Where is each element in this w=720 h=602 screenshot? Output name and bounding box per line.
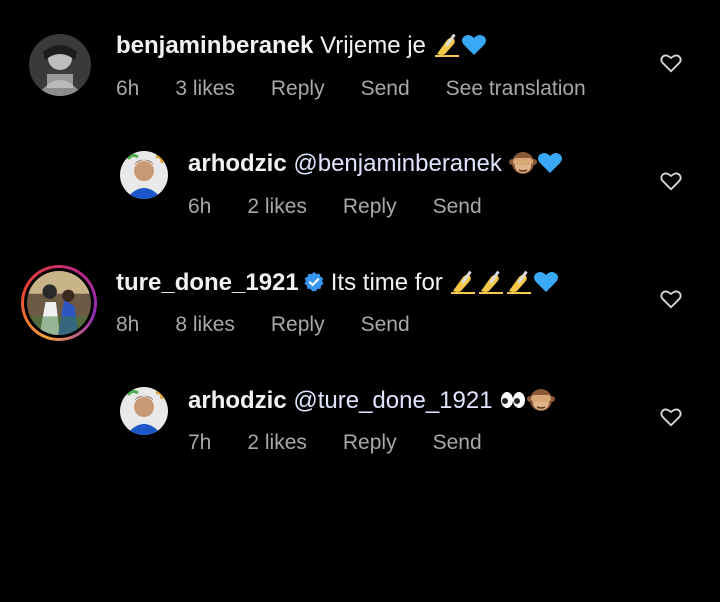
timestamp: 6h <box>188 195 212 218</box>
see-no-evil-monkey-icon <box>527 386 556 414</box>
blue-heart-icon <box>537 151 563 175</box>
timestamp: 8h <box>116 313 140 336</box>
see-no-evil-monkey-icon <box>508 149 537 177</box>
comment-text-line: ture_done_1921 Its time for <box>116 268 559 298</box>
reply-button[interactable]: Reply <box>271 312 325 338</box>
username[interactable]: benjaminberanek <box>116 32 313 59</box>
comment-text-line: arhodzic @benjaminberanek <box>188 149 563 179</box>
writing-hand-icon <box>433 32 461 58</box>
send-button[interactable]: Send <box>361 312 410 338</box>
username[interactable]: arhodzic <box>188 387 287 414</box>
avatar-image <box>120 387 168 435</box>
comment-meta: 6h 2 likes Reply Send <box>188 194 518 220</box>
verified-badge-icon <box>303 271 325 293</box>
blue-heart-icon <box>461 33 487 57</box>
writing-hand-icon <box>505 269 533 295</box>
send-button[interactable]: Send <box>361 76 410 102</box>
likes-count[interactable]: 8 likes <box>175 312 235 338</box>
heart-outline-icon[interactable] <box>660 170 682 192</box>
see-translation-link[interactable]: See translation <box>446 76 586 102</box>
avatar-image <box>120 151 168 199</box>
mention-link[interactable]: @benjaminberanek <box>293 150 502 177</box>
avatar-image <box>27 271 91 335</box>
reply-button[interactable]: Reply <box>271 76 325 102</box>
mention-link[interactable]: @ture_done_1921 <box>293 387 492 414</box>
writing-hand-icon <box>477 269 505 295</box>
comment-meta: 7h 2 likes Reply Send <box>188 430 518 456</box>
avatar-image <box>29 34 91 96</box>
heart-outline-icon[interactable] <box>660 406 682 428</box>
send-button[interactable]: Send <box>433 194 482 220</box>
comment-meta: 6h 3 likes Reply Send See translation <box>116 76 622 102</box>
comment-meta: 8h 8 likes Reply Send <box>116 312 446 338</box>
avatar <box>27 271 91 335</box>
likes-count[interactable]: 3 likes <box>175 76 235 102</box>
blue-heart-icon <box>533 270 559 294</box>
avatar[interactable] <box>120 151 168 199</box>
comment-text: Its time for <box>330 269 443 296</box>
heart-outline-icon[interactable] <box>660 52 682 74</box>
likes-count[interactable]: 2 likes <box>247 430 307 456</box>
likes-count[interactable]: 2 likes <box>247 194 307 220</box>
avatar[interactable] <box>120 387 168 435</box>
comment-text-line: benjaminberanek Vrijeme je <box>116 31 487 61</box>
send-button[interactable]: Send <box>433 430 482 456</box>
comment-text: Vrijeme je <box>320 32 426 59</box>
username[interactable]: arhodzic <box>188 150 287 177</box>
eyes-icon <box>499 390 527 410</box>
heart-outline-icon[interactable] <box>660 288 682 310</box>
timestamp: 6h <box>116 77 140 100</box>
timestamp: 7h <box>188 431 212 454</box>
username[interactable]: ture_done_1921 <box>116 269 299 296</box>
reply-button[interactable]: Reply <box>343 194 397 220</box>
writing-hand-icon <box>449 269 477 295</box>
avatar[interactable] <box>29 34 91 96</box>
reply-button[interactable]: Reply <box>343 430 397 456</box>
comment-text-line: arhodzic @ture_done_1921 <box>188 386 556 416</box>
story-ring[interactable] <box>21 265 97 341</box>
